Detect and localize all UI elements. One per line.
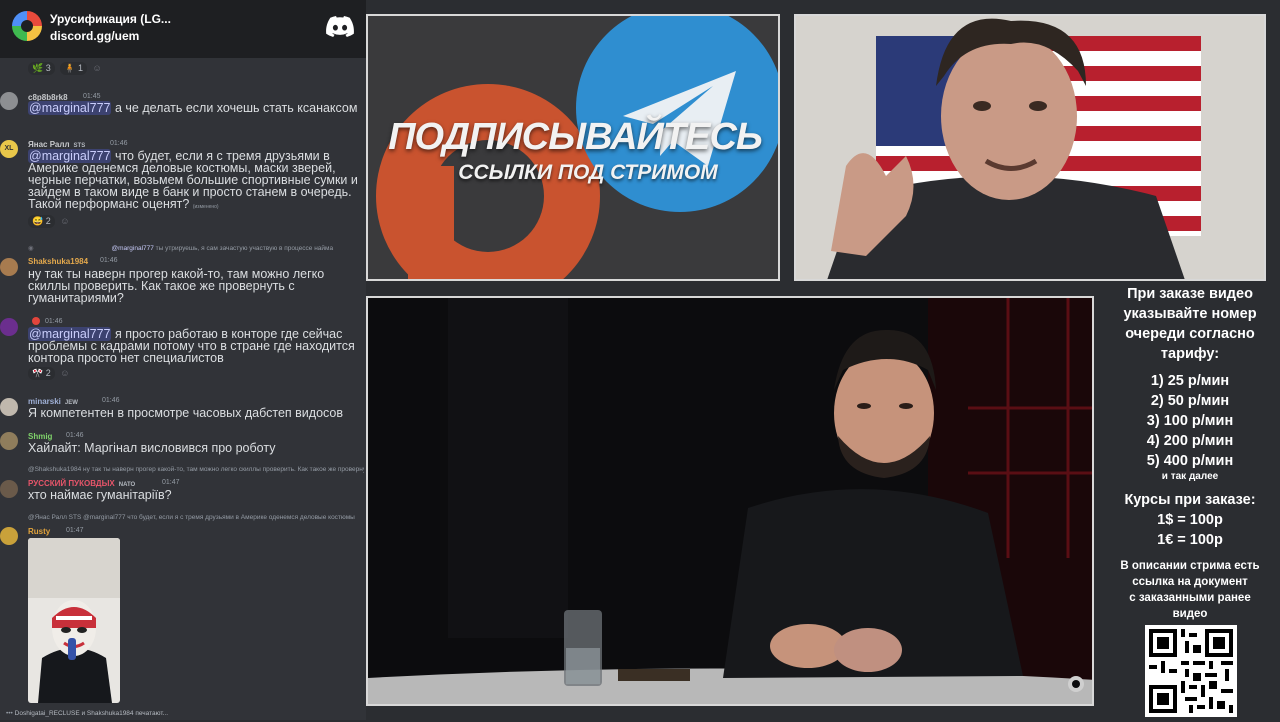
timestamp: 01:46 [110, 140, 128, 147]
chat-message: @Shakshuka1984 ну так ты наверн прогер к… [0, 466, 366, 506]
reaction-chip[interactable]: 🌿 3 [28, 62, 55, 75]
order-line: тарифу: [1160, 346, 1220, 362]
order-line: очереди согласно [1125, 326, 1255, 342]
avatar[interactable]: XL [0, 140, 18, 158]
desc-line: с заказанными ранее [1129, 592, 1251, 604]
promo-subtitle: ССЫЛКИ ПОД СТРИМОМ [458, 161, 718, 184]
streamer-webcam-image [796, 16, 1264, 279]
order-line: указывайте номер [1123, 306, 1257, 322]
desc-line: В описании стрима есть [1120, 560, 1260, 572]
chat-message: minarski JEW 01:46 Я компетентен в просмо… [0, 396, 366, 422]
rate-item: 1$ = 100р [1157, 512, 1223, 528]
rates-title: Курсы при заказе: [1124, 492, 1256, 508]
tariff-item: 5) 400 р/мин [1146, 453, 1234, 469]
message-fragment: 🌿 3 🧍 1 ☺ [0, 62, 366, 76]
timestamp: 01:47 [162, 479, 180, 486]
reaction-chip[interactable]: 🧍 1 [60, 62, 87, 75]
server-invite: discord.gg/uem [50, 29, 140, 43]
main-video[interactable] [366, 296, 1094, 706]
interview-video-frame [368, 298, 1092, 704]
message-text: @marginal777 я просто работаю в конторе … [28, 327, 355, 365]
chat-message: Shmig 01:46 Хайлайт: Маргінал висловився… [0, 430, 366, 458]
masked-person-image [28, 538, 120, 703]
timestamp: 01:46 [100, 257, 118, 264]
reply-preview[interactable]: ◉ @marginal777 ты утрируешь, я сам зачас… [28, 244, 364, 252]
message-text: Хайлайт: Маргінал висловився про роботу [28, 441, 276, 455]
timestamp: 01:46 [102, 397, 120, 404]
reaction-bar: 🎌 2 ☺ [28, 367, 69, 380]
username[interactable]: Янас Ралл STS [28, 140, 85, 149]
server-header[interactable]: Урусификация (LG... discord.gg/uem [0, 0, 366, 58]
chat-message: XL Янас Ралл STS 01:46 @marginal777 что б… [0, 138, 366, 233]
discord-logo-icon [326, 16, 354, 37]
avatar[interactable] [0, 258, 18, 276]
avatar[interactable] [0, 92, 18, 110]
avatar[interactable] [0, 318, 18, 336]
qr-code-icon[interactable] [1145, 625, 1237, 717]
avatar[interactable] [0, 432, 18, 450]
reaction-bar: 🌿 3 🧍 1 ☺ [28, 62, 102, 75]
user-mention[interactable]: @marginal777 [28, 101, 112, 115]
reaction-chip[interactable]: 😅 2 [28, 215, 55, 228]
message-text: хто наймає гуманітаріїв? [28, 488, 172, 502]
order-line: При заказе видео [1127, 286, 1253, 302]
discord-chat: Урусификация (LG... discord.gg/uem 🌿 3 🧍… [0, 0, 366, 720]
add-reaction-icon[interactable]: ☺ [60, 216, 69, 226]
add-reaction-icon[interactable]: ☺ [93, 63, 102, 73]
server-name: Урусификация (LG... [50, 12, 171, 26]
message-text: @marginal777 а че делать если хочешь ста… [28, 101, 358, 115]
chat-message: c8p8b8rk8 01:45 @marginal777 а че делать… [0, 90, 366, 130]
reaction-bar: 😅 2 ☺ [28, 215, 69, 228]
reply-preview[interactable]: @Янас Ралл STS @marginal777 что будет, е… [28, 514, 364, 521]
username[interactable]: Rusty [28, 527, 50, 536]
add-reaction-icon[interactable]: ☺ [60, 368, 69, 378]
message-text: ну так ты наверн прогер какой-то, там мо… [28, 267, 325, 305]
desc-line: видео [1172, 608, 1208, 620]
status-dot-icon [32, 317, 40, 325]
server-icon [12, 11, 42, 41]
promo-title: ПОДПИСЫВАЙТЕСЬ [388, 116, 763, 158]
rate-item: 1€ = 100р [1157, 532, 1223, 548]
desc-line: ссылка на документ [1132, 576, 1248, 588]
image-attachment[interactable] [28, 538, 120, 703]
typing-indicator: ••• Doshigatai_RECLUSE и Shakshuka1984 п… [6, 710, 169, 717]
reaction-chip[interactable]: 🎌 2 [28, 367, 55, 380]
tariff-more: и так далее [1161, 471, 1219, 482]
chat-message: @Янас Ралл STS @marginal777 что будет, е… [0, 514, 366, 545]
username[interactable]: Shakshuka1984 [28, 257, 88, 266]
timestamp: 01:46 [66, 432, 84, 439]
chat-message: 01:46 @marginal777 я просто работаю в ко… [0, 316, 366, 382]
tariff-item: 4) 200 р/мин [1146, 433, 1234, 449]
reply-preview[interactable]: @Shakshuka1984 ну так ты наверн прогер к… [28, 466, 364, 473]
avatar[interactable] [0, 480, 18, 498]
avatar[interactable] [0, 527, 18, 545]
avatar[interactable] [0, 398, 18, 416]
tariff-item: 1) 25 р/мин [1150, 373, 1230, 389]
username[interactable]: Shmig [28, 432, 52, 441]
message-text: Я компетентен в просмотре часовых дабсте… [28, 406, 344, 420]
timestamp: 01:46 [45, 318, 63, 325]
username[interactable]: minarski JEW [28, 397, 78, 406]
tariff-item: 2) 50 р/мин [1150, 393, 1230, 409]
chat-message: ◉ @marginal777 ты утрируешь, я сам зачас… [0, 244, 366, 304]
timestamp: 01:45 [83, 93, 101, 100]
tariff-item: 3) 100 р/мин [1146, 413, 1234, 429]
username[interactable]: РУССКИЙ ПУКОВДЫХ NATO [28, 479, 135, 488]
edited-label: (изменено) [192, 204, 219, 210]
promo-banner: ПОДПИСЫВАЙТЕСЬ ССЫЛКИ ПОД СТРИМОМ [366, 14, 780, 281]
timestamp: 01:47 [66, 527, 84, 534]
message-text: @marginal777 что будет, если я с тремя д… [28, 149, 358, 211]
webcam-feed [794, 14, 1266, 281]
